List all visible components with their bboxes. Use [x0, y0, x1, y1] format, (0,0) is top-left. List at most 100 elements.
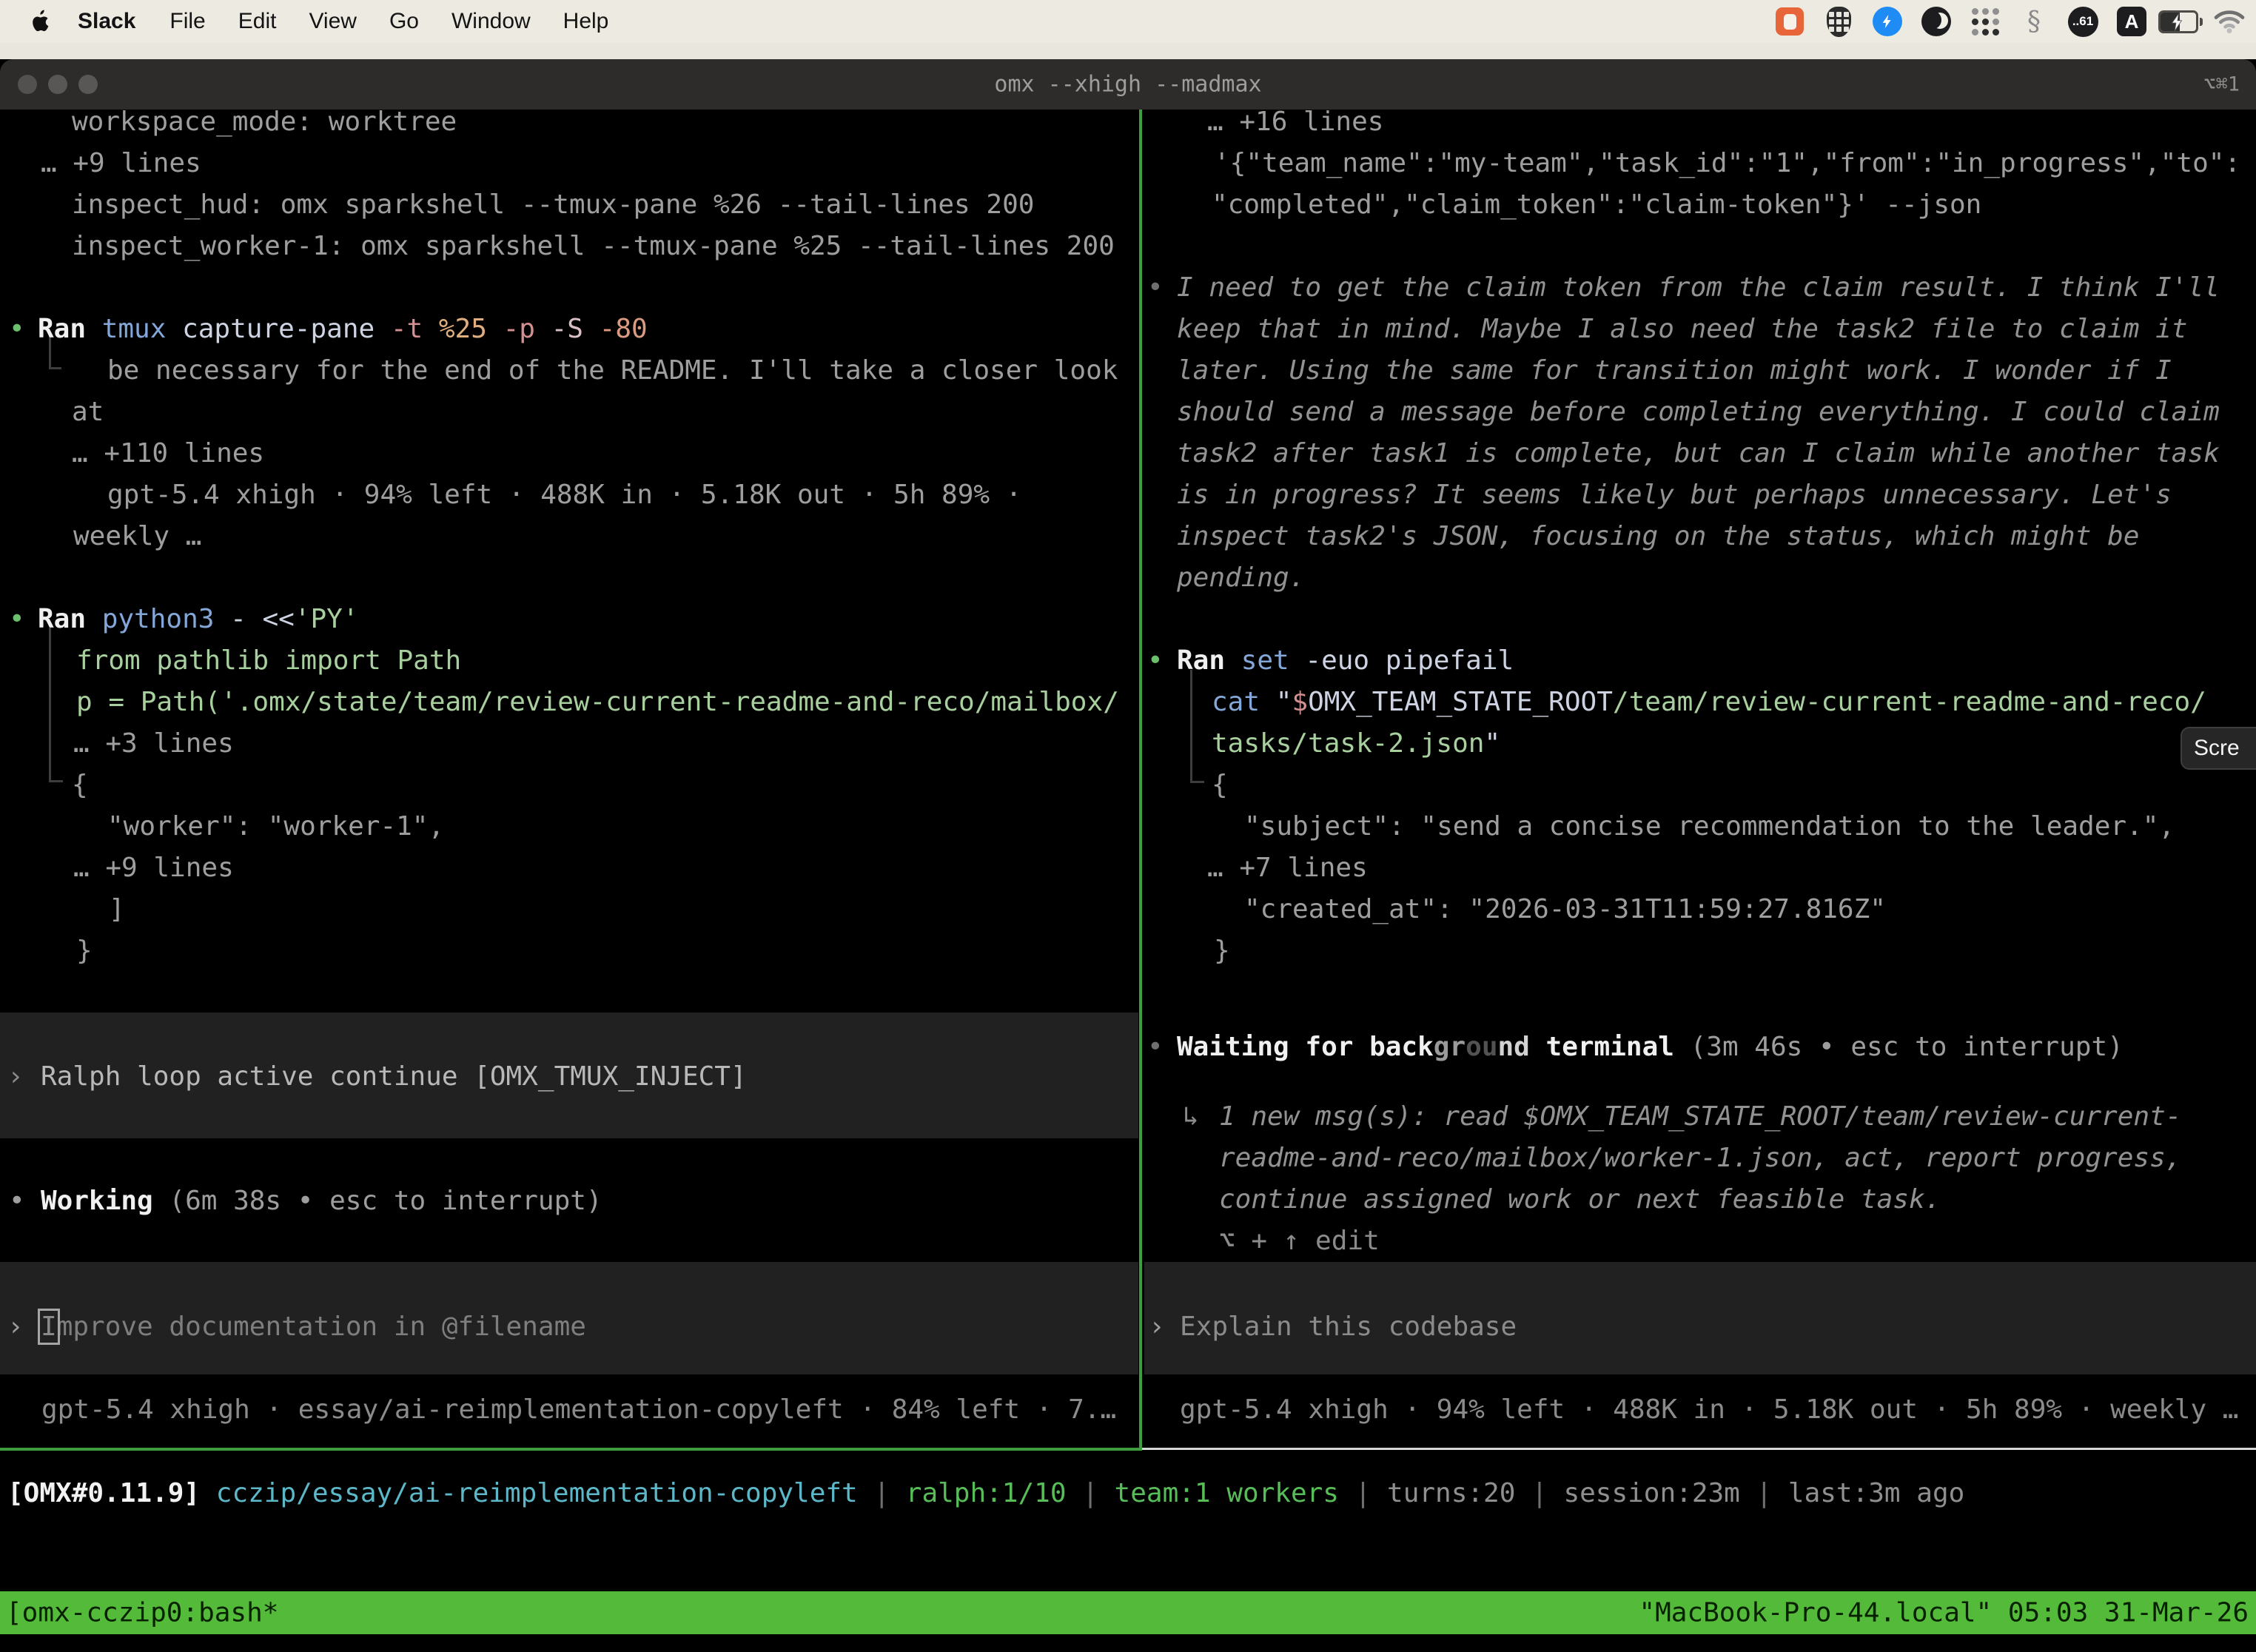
heredoc-token: 'PY' — [295, 604, 359, 634]
output-thread-line — [1190, 670, 1204, 783]
battery-icon[interactable] — [2164, 5, 2197, 38]
waiting-detail: (3m 46s • esc to interrupt) — [1674, 1032, 2124, 1062]
cmd-token: set — [1241, 645, 1306, 676]
waiting-label: Waiting for back — [1177, 1032, 1434, 1062]
output-line: weekly … — [73, 516, 201, 557]
path-token: tasks/task-2.json — [1212, 728, 1484, 759]
edit-shortcut-hint: ⌥ + ↑ edit — [1219, 1220, 1380, 1262]
code-line: p = Path('.omx/state/team/review-current… — [76, 682, 1119, 723]
output-line: { — [1212, 765, 1228, 806]
pane-divider[interactable] — [1139, 110, 1142, 1449]
cmd-token: python3 — [102, 604, 230, 634]
grid-dots-icon[interactable] — [1969, 5, 2001, 38]
collapsed-lines-indicator: … +9 lines — [73, 847, 234, 889]
hud-separator: | — [1740, 1478, 1788, 1508]
omx-hud-status-line: [OMX#0.11.9] cczip/essay/ai-reimplementa… — [7, 1473, 1964, 1514]
tmux-session-window[interactable]: [omx-cczip0:bash* — [6, 1598, 278, 1628]
cmd-token: tmux — [102, 314, 182, 344]
output-line: gpt-5.4 xhigh · 94% left · 488K in · 5.1… — [107, 474, 1021, 516]
hud-separator: | — [1067, 1478, 1115, 1508]
output-line: ] — [109, 889, 125, 930]
menu-item-file[interactable]: File — [153, 9, 221, 34]
output-line: { — [72, 765, 88, 806]
menu-item-slack[interactable]: Slack — [60, 9, 153, 34]
prompt-chevron-icon: › — [7, 1306, 24, 1348]
tmux-host-and-clock: "MacBook-Pro-44.local" 05:03 31-Mar-26 — [1639, 1598, 2249, 1628]
collapsed-lines-indicator: … +9 lines — [41, 143, 201, 184]
output-line: at — [72, 392, 104, 433]
omx-version-badge: [OMX#0.11.9] — [7, 1478, 200, 1508]
ran-label: Ran — [38, 604, 102, 634]
close-button[interactable] — [18, 75, 37, 94]
prompt-chevron-icon: › — [1149, 1306, 1165, 1348]
screen: { "menu": { "app": "Slack", "items": ["F… — [0, 0, 2256, 1652]
hud-turns: turns:20 — [1387, 1478, 1515, 1508]
hud-ralph-counter: ralph:1/10 — [906, 1478, 1067, 1508]
crescent-app-icon[interactable] — [1920, 5, 1953, 38]
cmd-token: -euo pipefail — [1305, 645, 1514, 676]
right-session-status: gpt-5.4 xhigh · 94% left · 488K in · 5.1… — [1180, 1389, 2238, 1431]
output-thread-line — [49, 628, 63, 782]
hud-session-time: session:23m — [1563, 1478, 1739, 1508]
prompt-placeholder: mprove documentation in @filename — [57, 1312, 586, 1342]
output-line: inspect_hud: omx sparkshell --tmux-pane … — [72, 184, 1034, 226]
badge-61-icon[interactable]: ..61 — [2067, 5, 2099, 38]
pane-border-bottom-right — [1142, 1448, 2256, 1450]
cmd-token: capture-pane — [182, 314, 391, 344]
wifi-icon[interactable] — [2213, 5, 2246, 38]
left-session-status: gpt-5.4 xhigh · essay/ai-reimplementatio… — [41, 1389, 1116, 1431]
ran-bullet-icon: • — [9, 599, 25, 640]
menu-status-icons: § ..61 A — [1773, 5, 2256, 38]
spacer — [200, 1478, 216, 1508]
cmd-token: cat — [1212, 687, 1276, 717]
input-source-icon[interactable]: A — [2115, 5, 2148, 38]
hud-project: cczip/essay/ai-reimplementation-copyleft — [216, 1478, 858, 1508]
password-manager-icon[interactable] — [1822, 5, 1855, 38]
collapsed-lines-indicator: … +3 lines — [73, 723, 234, 765]
window-title: omx --xhigh --madmax — [994, 72, 1261, 98]
output-line: } — [1214, 930, 1230, 972]
menu-left: Slack File Edit View Go Window Help — [0, 9, 625, 34]
ran-bullet-icon: • — [1147, 640, 1164, 682]
screenshot-app-icon[interactable] — [1773, 5, 1806, 38]
collapsed-lines-indicator: … +16 lines — [1207, 101, 1383, 143]
cmd-flag: -p — [503, 314, 551, 344]
working-detail: (6m 38s • esc to interrupt) — [153, 1186, 602, 1216]
cmd-arg: -80 — [600, 314, 648, 344]
menu-item-edit[interactable]: Edit — [222, 9, 293, 34]
ran-label: Ran — [1177, 645, 1241, 676]
thinking-line: keep that in mind. Maybe I also need the… — [1177, 309, 2187, 350]
window-shortcut-badge: ⌥⌘1 — [2203, 73, 2240, 96]
cmd-arg: %25 — [439, 314, 503, 344]
minimize-button[interactable] — [48, 75, 67, 94]
output-line: inspect_worker-1: omx sparkshell --tmux-… — [72, 226, 1115, 267]
apple-menu-icon[interactable] — [30, 10, 50, 33]
screenshot-overlay-label: Scre — [2194, 736, 2240, 761]
screenshot-overlay-button[interactable]: Scre — [2181, 727, 2256, 770]
thinking-line: I need to get the claim token from the c… — [1177, 267, 2220, 309]
desktop-background — [0, 43, 2256, 59]
left-prompt-input[interactable]: Improve documentation in @filename — [41, 1306, 586, 1348]
thinking-line: later. Using the same for transition mig… — [1177, 350, 2172, 392]
menu-item-help[interactable]: Help — [547, 9, 625, 34]
quote-token: " — [1484, 728, 1500, 759]
menu-item-go[interactable]: Go — [373, 9, 435, 34]
working-status-line: Working (6m 38s • esc to interrupt) — [41, 1181, 602, 1222]
cmd-token: - << — [230, 604, 295, 634]
right-prompt-input[interactable]: Explain this codebase — [1180, 1306, 1517, 1348]
msg-arrow-icon: ↳ — [1183, 1096, 1199, 1138]
waiting-status-line: Waiting for background terminal (3m 46s … — [1177, 1027, 2124, 1068]
text-cursor: I — [41, 1312, 57, 1342]
cmd-line: cat "$OMX_TEAM_STATE_ROOT/team/review-cu… — [1212, 682, 2206, 723]
menu-bar: Slack File Edit View Go Window Help § ..… — [0, 0, 2256, 43]
tmux-status-bar: [omx-cczip0:bash* "MacBook-Pro-44.local"… — [0, 1591, 2256, 1634]
hud-team-workers: team:1 workers — [1115, 1478, 1339, 1508]
squiggle-icon[interactable]: § — [2018, 5, 2050, 38]
zoom-button[interactable] — [78, 75, 98, 94]
thinking-line: is in progress? It seems likely but perh… — [1177, 474, 2172, 516]
hud-separator: | — [1515, 1478, 1563, 1508]
menu-item-window[interactable]: Window — [435, 9, 547, 34]
waiting-label-shimmer: ou — [1466, 1032, 1497, 1062]
messenger-icon[interactable] — [1871, 5, 1904, 38]
menu-item-view[interactable]: View — [292, 9, 372, 34]
